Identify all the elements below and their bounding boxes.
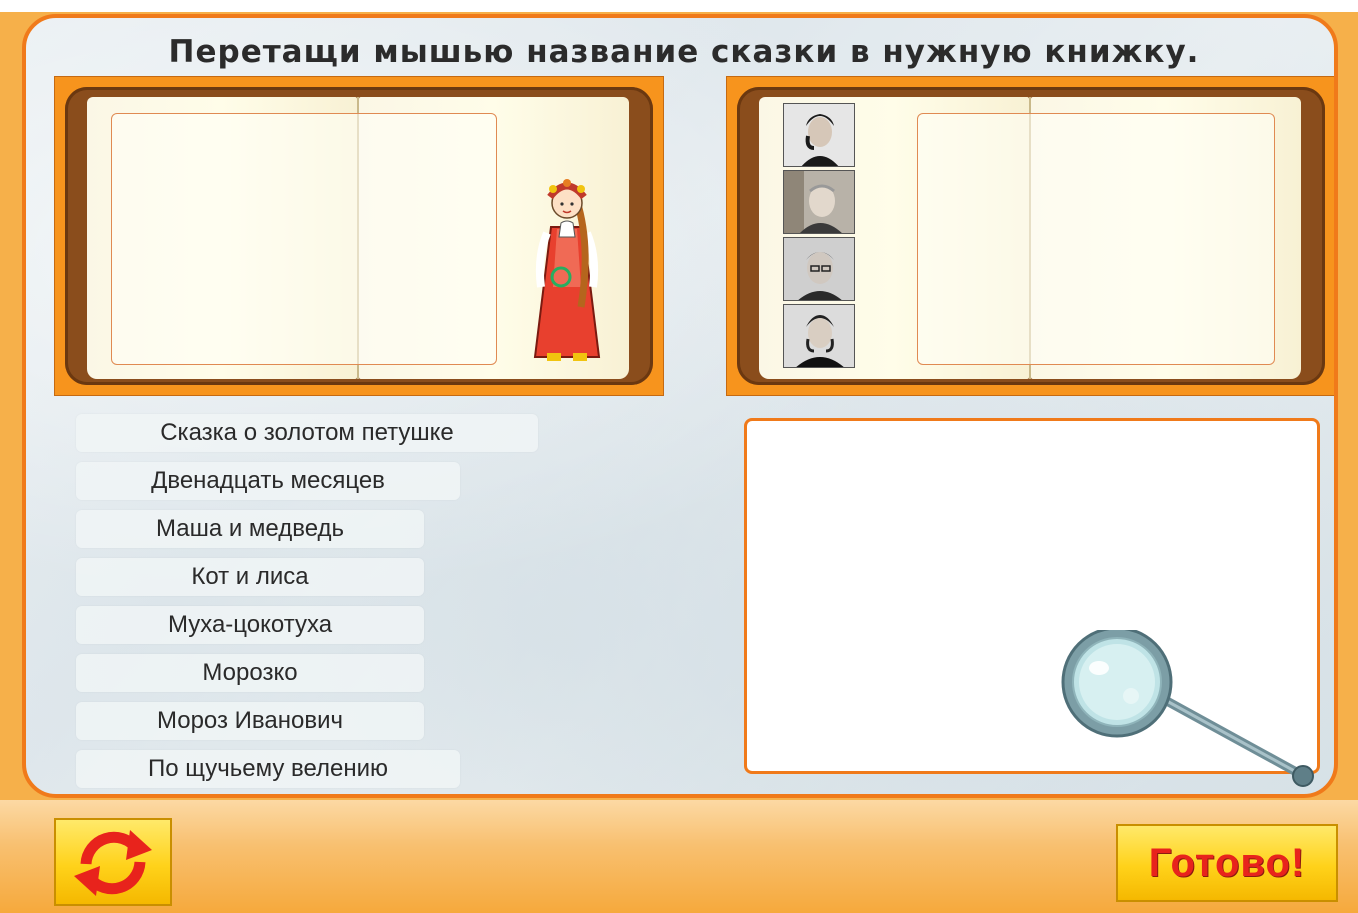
- author-portrait: [783, 103, 855, 167]
- tale-item[interactable]: Муха-цокотуха: [76, 606, 424, 644]
- authored-tales-book: [726, 76, 1334, 396]
- tale-item[interactable]: По щучьему велению: [76, 750, 460, 788]
- tale-item[interactable]: Сказка о золотом петушке: [76, 414, 538, 452]
- top-strip: [0, 0, 1358, 12]
- magnifier-icon[interactable]: [1055, 630, 1325, 790]
- instruction-title: Перетащи мышью название сказки в нужную …: [168, 34, 1200, 70]
- tale-item[interactable]: Двенадцать месяцев: [76, 462, 460, 500]
- tale-item[interactable]: Маша и медведь: [76, 510, 424, 548]
- author-portrait: [783, 304, 855, 368]
- authored-tales-drop-zone[interactable]: [917, 113, 1275, 365]
- author-portrait: [783, 237, 855, 301]
- folk-tales-drop-zone[interactable]: [111, 113, 497, 365]
- refresh-button[interactable]: [54, 818, 172, 906]
- russian-girl-illustration: [533, 179, 601, 361]
- tale-item[interactable]: Мороз Иванович: [76, 702, 424, 740]
- author-portrait: [783, 170, 855, 234]
- tale-item[interactable]: Кот и лиса: [76, 558, 424, 596]
- refresh-arrows-icon: [74, 830, 152, 896]
- tale-item[interactable]: Морозко: [76, 654, 424, 692]
- done-button[interactable]: Готово!: [1116, 824, 1338, 902]
- folk-tales-book: [54, 76, 664, 396]
